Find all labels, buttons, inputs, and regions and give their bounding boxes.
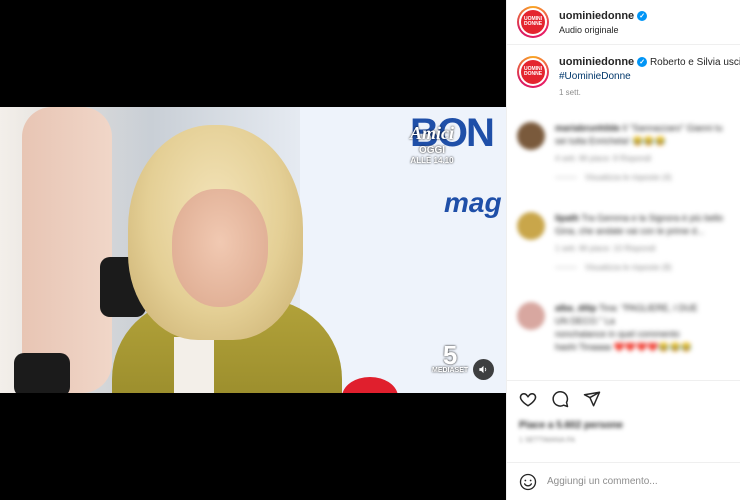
add-comment-bar	[507, 462, 740, 500]
likes-count[interactable]: Piace a 5.602 persone	[507, 408, 740, 431]
view-replies-link[interactable]: Visualizza le risposte (8)	[555, 263, 723, 272]
avatar[interactable]: UOMINI DONNE	[517, 6, 549, 38]
comment-meta[interactable]: 4 sett. Mi piace: 8 Rispondi	[555, 154, 722, 163]
comment-text-cont: hashi Tinaaaa	[555, 342, 612, 352]
dancer-leg	[22, 107, 112, 393]
amici-logo-text: Amici	[410, 123, 454, 143]
comment-text: Tra Gemma e la Signora è più bello	[581, 213, 724, 223]
hashtag-link[interactable]: #UominieDonne	[559, 71, 631, 82]
dancer-boot	[14, 353, 70, 393]
comment-meta[interactable]: 1 sett. Mi piace: 10 Rispondi	[555, 244, 723, 253]
comment-input[interactable]	[547, 476, 737, 487]
channel-name: MEDIASET	[432, 367, 469, 374]
comment-item: alba_dilip Tina: "PAGLIERE, I DUE UN DEC…	[507, 302, 740, 354]
action-bar	[507, 381, 740, 408]
verified-badge-icon: ✓	[637, 10, 648, 21]
audio-link[interactable]: Audio originale	[559, 25, 647, 35]
comment-text-cont: nonchalance in quel commento	[555, 329, 680, 339]
commenter-username[interactable]: mariabrunhilde	[555, 123, 620, 133]
share-button[interactable]	[583, 390, 601, 408]
comment-text-cont: UN DECO." La	[555, 316, 615, 326]
sound-toggle-button[interactable]	[473, 359, 494, 380]
username-link[interactable]: uominiedonne ✓	[559, 10, 648, 22]
commenter-username[interactable]: lipath	[555, 213, 579, 223]
comments-scroll[interactable]: UOMINI DONNE uominiedonne ✓ Roberto e Si…	[507, 46, 740, 380]
emoji-picker-button[interactable]	[519, 473, 537, 491]
amici-overlay-line1: OGGI	[418, 145, 446, 156]
post-header: UOMINI DONNE uominiedonne ✓ Audio origin…	[507, 0, 740, 45]
commenter-username[interactable]: alba_dilip	[555, 303, 597, 313]
commenter-avatar[interactable]	[517, 212, 545, 240]
amici-overlay-logo: Amici OGGI ALLE 14.10	[410, 123, 454, 165]
paper-plane-icon	[583, 391, 601, 407]
instagram-post-viewer: BON mag Amici OGGI ALLE 14.10 5 MEDIASET	[0, 0, 740, 500]
username[interactable]: uominiedonne	[559, 10, 634, 22]
post-caption: UOMINI DONNE uominiedonne ✓ Roberto e Si…	[507, 46, 740, 97]
avatar-logo: UOMINI DONNE	[521, 60, 545, 84]
avatar[interactable]: UOMINI DONNE	[517, 56, 549, 88]
channel-logo: 5 MEDIASET	[432, 340, 469, 374]
comment-emoji: ❤️❤️❤️❤️😂😂😂	[613, 342, 693, 352]
avatar-logo: UOMINI DONNE	[521, 10, 545, 34]
woman-shirt	[174, 337, 214, 393]
post-side-panel: UOMINI DONNE uominiedonne ✓ Audio origin…	[506, 0, 740, 500]
post-date: 1 SETTIMANA FA	[519, 437, 576, 444]
caption-username[interactable]: uominiedonne ✓	[559, 56, 648, 68]
comment-text-cont: Gina, che andate vai con le prime d...	[555, 226, 705, 236]
media-pane: BON mag Amici OGGI ALLE 14.10 5 MEDIASET	[0, 0, 506, 500]
comment-text: Il "Sannazzaro" Gianni tu	[622, 123, 723, 133]
amici-overlay-line2: ALLE 14.10	[410, 156, 454, 165]
commenter-avatar[interactable]	[517, 122, 545, 150]
heart-icon	[519, 392, 537, 407]
video-frame[interactable]: BON mag Amici OGGI ALLE 14.10 5 MEDIASET	[0, 107, 506, 393]
caption-text: Roberto e Silvia uscir	[649, 57, 740, 68]
comment-item: mariabrunhilde Il "Sannazzaro" Gianni tu…	[507, 122, 740, 182]
like-button[interactable]	[519, 390, 537, 408]
commenter-avatar[interactable]	[517, 302, 545, 330]
username[interactable]: uominiedonne	[559, 56, 634, 68]
comment-text-cont: sei tutta Enricheta!	[555, 136, 630, 146]
channel-number: 5	[442, 340, 458, 370]
comment-item: lipath Tra Gemma e la Signora è più bell…	[507, 212, 740, 272]
verified-badge-icon: ✓	[637, 57, 648, 67]
studio-wall-text-2: mag	[444, 187, 502, 218]
woman-face	[172, 189, 268, 307]
comment-emoji: 😂😂😂	[632, 136, 666, 146]
comment-text: Tina: "PAGLIERE, I DUE	[598, 303, 698, 313]
smiley-icon	[519, 473, 537, 490]
comment-icon	[552, 391, 569, 408]
speaker-icon	[479, 365, 487, 374]
view-replies-link[interactable]: Visualizza le risposte (4)	[555, 173, 722, 182]
post-age[interactable]: 1 sett.	[559, 88, 740, 97]
comment-button[interactable]	[551, 390, 569, 408]
